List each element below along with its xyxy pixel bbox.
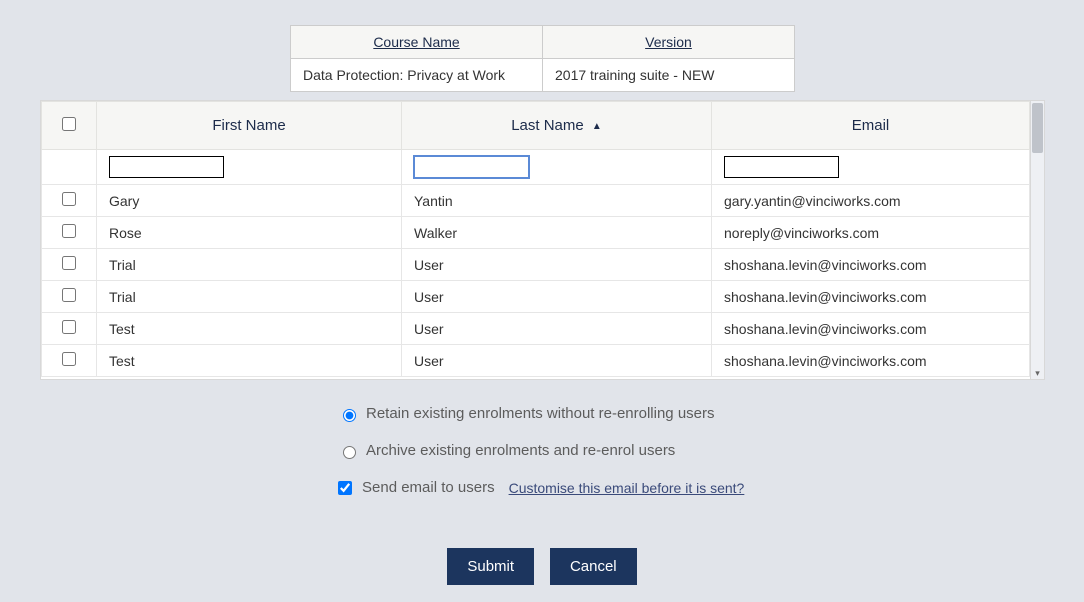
first-name-cell: Rose: [97, 217, 402, 249]
enrolment-options: Retain existing enrolments without re-en…: [338, 405, 744, 516]
table-row: GaryYantingary.yantin@vinciworks.com: [42, 185, 1030, 217]
email-cell: shoshana.levin@vinciworks.com: [712, 249, 1030, 281]
email-header[interactable]: Email: [712, 102, 1030, 150]
scrollbar-thumb[interactable]: [1032, 103, 1043, 153]
action-buttons: Submit Cancel: [0, 548, 1084, 585]
filter-row: [42, 150, 1030, 185]
archive-radio[interactable]: [343, 446, 356, 459]
row-checkbox[interactable]: [62, 256, 76, 270]
customise-email-link[interactable]: Customise this email before it is sent?: [509, 480, 745, 496]
users-table: First Name Last Name ▲ Email GaryYanting…: [41, 101, 1030, 377]
sort-asc-icon: ▲: [592, 121, 602, 132]
retain-label: Retain existing enrolments without re-en…: [366, 405, 715, 422]
email-cell: gary.yantin@vinciworks.com: [712, 185, 1030, 217]
send-email-label: Send email to users: [362, 479, 495, 496]
email-header-label: Email: [852, 117, 890, 134]
course-version-cell: 2017 training suite - NEW: [543, 59, 795, 92]
email-cell: shoshana.levin@vinciworks.com: [712, 345, 1030, 377]
retain-radio[interactable]: [343, 409, 356, 422]
course-name-cell: Data Protection: Privacy at Work: [291, 59, 543, 92]
row-checkbox[interactable]: [62, 288, 76, 302]
last-name-header[interactable]: Last Name ▲: [402, 102, 712, 150]
first-name-cell: Gary: [97, 185, 402, 217]
first-name-cell: Test: [97, 345, 402, 377]
first-name-header-label: First Name: [212, 117, 285, 134]
first-name-header[interactable]: First Name: [97, 102, 402, 150]
last-name-cell: Yantin: [402, 185, 712, 217]
first-name-filter[interactable]: [109, 156, 224, 178]
vertical-scrollbar[interactable]: ▴ ▾: [1030, 101, 1044, 379]
archive-label: Archive existing enrolments and re-enrol…: [366, 442, 675, 459]
email-filter[interactable]: [724, 156, 839, 178]
email-cell: shoshana.levin@vinciworks.com: [712, 281, 1030, 313]
table-row: TestUsershoshana.levin@vinciworks.com: [42, 345, 1030, 377]
row-checkbox[interactable]: [62, 224, 76, 238]
row-checkbox[interactable]: [62, 192, 76, 206]
first-name-cell: Test: [97, 313, 402, 345]
course-version-header[interactable]: Version: [543, 26, 795, 59]
row-checkbox[interactable]: [62, 352, 76, 366]
course-row: Data Protection: Privacy at Work 2017 tr…: [291, 59, 795, 92]
row-checkbox[interactable]: [62, 320, 76, 334]
last-name-cell: Walker: [402, 217, 712, 249]
last-name-cell: User: [402, 345, 712, 377]
table-row: RoseWalkernoreply@vinciworks.com: [42, 217, 1030, 249]
course-name-header[interactable]: Course Name: [291, 26, 543, 59]
last-name-cell: User: [402, 281, 712, 313]
last-name-header-label: Last Name: [511, 117, 584, 134]
scroll-down-icon[interactable]: ▾: [1031, 366, 1044, 380]
last-name-cell: User: [402, 249, 712, 281]
email-cell: noreply@vinciworks.com: [712, 217, 1030, 249]
course-info-table: Course Name Version Data Protection: Pri…: [290, 25, 795, 92]
last-name-filter[interactable]: [414, 156, 529, 178]
table-row: TrialUsershoshana.levin@vinciworks.com: [42, 281, 1030, 313]
users-table-container: First Name Last Name ▲ Email GaryYanting…: [40, 100, 1045, 380]
cancel-button[interactable]: Cancel: [550, 548, 637, 585]
first-name-cell: Trial: [97, 249, 402, 281]
send-email-checkbox[interactable]: [338, 481, 352, 495]
email-cell: shoshana.levin@vinciworks.com: [712, 313, 1030, 345]
select-all-checkbox[interactable]: [62, 117, 76, 131]
submit-button[interactable]: Submit: [447, 548, 534, 585]
select-all-header[interactable]: [42, 102, 97, 150]
table-row: TrialUsershoshana.levin@vinciworks.com: [42, 249, 1030, 281]
last-name-cell: User: [402, 313, 712, 345]
table-row: TestUsershoshana.levin@vinciworks.com: [42, 313, 1030, 345]
first-name-cell: Trial: [97, 281, 402, 313]
